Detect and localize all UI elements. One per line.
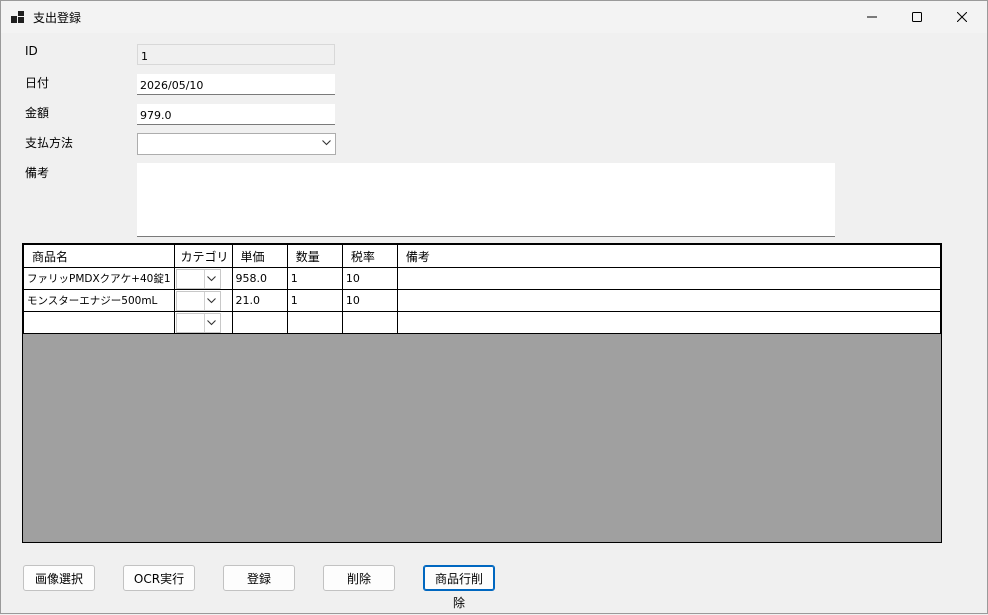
chevron-down-icon [322,140,331,146]
chevron-down-icon [206,298,216,304]
chevron-down-icon [206,320,216,326]
maximize-icon [912,12,922,22]
column-header-name[interactable]: 商品名 [23,244,175,268]
items-table: 商品名 カテゴリ 単価 数量 税率 備考 ファリッPMDXクアケ+40錠1 95… [23,244,942,334]
chevron-down-icon [206,276,216,282]
close-button[interactable] [939,1,985,33]
register-button[interactable]: 登録 [223,565,295,591]
cell-tax[interactable]: 10 [341,289,398,312]
payment-method-select[interactable] [137,133,336,155]
cell-tax[interactable]: 10 [341,267,398,290]
column-header-tax[interactable]: 税率 [341,244,398,268]
cell-memo[interactable] [396,311,942,334]
column-header-price[interactable]: 単価 [231,244,288,268]
minimize-button[interactable] [849,1,895,33]
table-row[interactable]: モンスターエナジー500mL 21.0 1 10 [23,289,942,312]
minimize-icon [867,16,877,18]
cell-qty[interactable] [286,311,343,334]
category-select[interactable] [175,269,221,289]
window-title: 支出登録 [33,11,82,25]
combo-divider [203,314,205,332]
cell-name[interactable]: モンスターエナジー500mL [23,289,175,312]
id-label: ID [25,44,38,58]
cell-name[interactable]: ファリッPMDXクアケ+40錠1 [23,267,175,290]
payment-method-label: 支払方法 [25,136,74,150]
cell-price[interactable]: 958.0 [231,267,288,290]
cell-name[interactable] [23,311,175,334]
delete-item-row-button[interactable]: 商品行削除 [423,565,495,610]
cell-qty[interactable]: 1 [286,267,343,290]
cell-category[interactable] [173,289,233,312]
title-bar[interactable]: 支出登録 [1,1,987,33]
delete-button[interactable]: 削除 [323,565,395,591]
cell-category[interactable] [173,311,233,334]
category-select[interactable] [175,291,221,311]
maximize-button[interactable] [894,1,940,33]
memo-label: 備考 [25,166,50,180]
run-ocr-button[interactable]: OCR実行 [123,565,195,591]
grid-header-row: 商品名 カテゴリ 単価 数量 税率 備考 [23,244,942,268]
select-image-button[interactable]: 画像選択 [23,565,95,591]
memo-field[interactable] [137,163,835,237]
cell-tax[interactable] [341,311,398,334]
id-field[interactable] [137,44,335,65]
column-header-memo[interactable]: 備考 [396,244,942,268]
cell-price[interactable]: 21.0 [231,289,288,312]
table-row[interactable]: ファリッPMDXクアケ+40錠1 958.0 1 10 [23,267,942,290]
cell-qty[interactable]: 1 [286,289,343,312]
column-header-category[interactable]: カテゴリ [173,244,233,268]
items-grid[interactable]: 商品名 カテゴリ 単価 数量 税率 備考 ファリッPMDXクアケ+40錠1 95… [22,243,942,543]
cell-price[interactable] [231,311,288,334]
table-row-new[interactable] [23,311,942,334]
app-icon [11,11,24,23]
amount-field[interactable] [137,104,335,125]
close-icon [957,12,967,22]
cell-memo[interactable] [396,267,942,290]
combo-divider [203,292,205,310]
cell-category[interactable] [173,267,233,290]
expense-registration-window: 支出登録 ID 日付 金額 支払方法 備考 商品名 カテゴリ [0,0,988,614]
combo-divider [203,270,205,288]
category-select[interactable] [175,313,221,333]
date-label: 日付 [25,76,50,90]
amount-label: 金額 [25,106,50,120]
date-field[interactable] [137,74,335,95]
cell-memo[interactable] [396,289,942,312]
column-header-qty[interactable]: 数量 [286,244,343,268]
